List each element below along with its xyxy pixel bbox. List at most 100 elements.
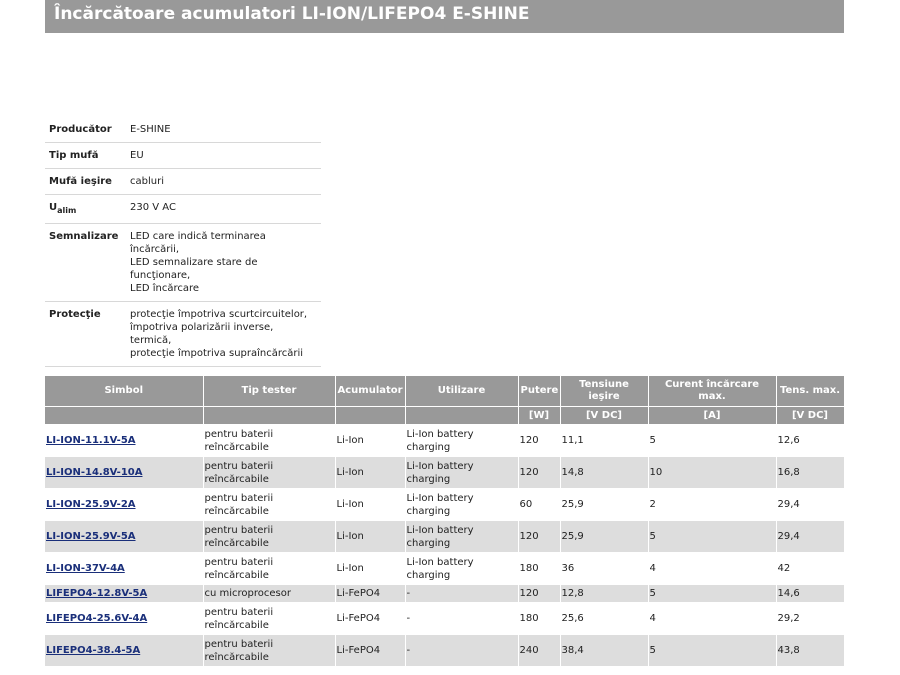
product-link[interactable]: LIFEPO4-12.8V-5A (46, 588, 147, 599)
spec-key-main: U (49, 202, 58, 213)
cell-acumulator: Li-Ion (335, 456, 406, 489)
spec-row: Producător E-SHINE (45, 117, 321, 143)
cell-acumulator: Li-Ion (335, 520, 406, 553)
column-header: Tensiune ieşire (560, 376, 649, 407)
spec-line: LED încărcare (130, 283, 200, 294)
cell-curent: 5 (648, 424, 777, 457)
product-link[interactable]: LI-ION-25.9V-2A (46, 499, 136, 510)
cell-putere: 180 (518, 552, 561, 585)
spec-line: protecţie împotriva scurtcircuitelor, (130, 309, 308, 320)
cell-putere: 120 (518, 584, 561, 603)
cell-tensiune: 25,6 (560, 602, 649, 635)
cell-utilizare: - (405, 634, 519, 667)
spec-key: Producător (45, 117, 126, 143)
cell-putere: 180 (518, 602, 561, 635)
cell-utilizare: Li-Ion battery charging (405, 520, 519, 553)
cell-acumulator: Li-FePO4 (335, 602, 406, 635)
cell-utilizare: Li-Ion battery charging (405, 424, 519, 457)
cell-tens-max: 14,6 (776, 584, 845, 603)
cell-curent: 2 (648, 488, 777, 521)
cell-simbol: LIFEPO4-38.4-5A (45, 634, 204, 667)
unit-header: [V DC] (776, 406, 845, 425)
cell-tensiune: 25,9 (560, 520, 649, 553)
cell-curent: 4 (648, 552, 777, 585)
product-link[interactable]: LI-ION-11.1V-5A (46, 435, 136, 446)
product-link[interactable]: LI-ION-37V-4A (46, 563, 125, 574)
header-row: Simbol Tip tester Acumulator Utilizare P… (45, 376, 845, 407)
spec-value: cabluri (126, 168, 321, 195)
spec-row: Mufă ieşire cabluri (45, 168, 321, 195)
column-header: Acumulator (335, 376, 406, 407)
cell-tip: pentru baterii reîncărcabile (203, 424, 336, 457)
cell-putere: 60 (518, 488, 561, 521)
cell-curent: 10 (648, 456, 777, 489)
cell-utilizare: - (405, 584, 519, 603)
cell-putere: 240 (518, 634, 561, 667)
cell-utilizare: Li-Ion battery charging (405, 488, 519, 521)
table-row: LIFEPO4-38.4-5A pentru baterii reîncărca… (45, 634, 845, 667)
cell-curent: 4 (648, 602, 777, 635)
spec-value: protecţie împotriva scurtcircuitelor, îm… (126, 301, 321, 367)
unit-header: [V DC] (560, 406, 649, 425)
cell-acumulator: Li-FePO4 (335, 634, 406, 667)
table-row: LI-ION-11.1V-5A pentru baterii reîncărca… (45, 424, 845, 457)
column-header: Tip tester (203, 376, 336, 407)
product-link[interactable]: LI-ION-14.8V-10A (46, 467, 142, 478)
cell-simbol: LIFEPO4-25.6V-4A (45, 602, 204, 635)
cell-utilizare: - (405, 602, 519, 635)
specs-table: Producător E-SHINE Tip mufă EU Mufă ieşi… (45, 117, 321, 367)
cell-tensiune: 11,1 (560, 424, 649, 457)
table-row: LI-ION-25.9V-2A pentru baterii reîncărca… (45, 488, 845, 521)
table-row: LI-ION-37V-4A pentru baterii reîncărcabi… (45, 552, 845, 585)
cell-simbol: LI-ION-11.1V-5A (45, 424, 204, 457)
column-header: Putere (518, 376, 561, 407)
cell-simbol: LI-ION-25.9V-2A (45, 488, 204, 521)
cell-acumulator: Li-FePO4 (335, 584, 406, 603)
cell-tip: pentru baterii reîncărcabile (203, 520, 336, 553)
spec-key: Mufă ieşire (45, 168, 126, 195)
column-header: Curent încărcare max. (648, 376, 777, 407)
cell-curent: 5 (648, 634, 777, 667)
spec-line: împotriva polarizării inverse, (130, 322, 274, 333)
cell-acumulator: Li-Ion (335, 424, 406, 457)
product-link[interactable]: LIFEPO4-25.6V-4A (46, 613, 147, 624)
cell-simbol: LI-ION-14.8V-10A (45, 456, 204, 489)
cell-tensiune: 14,8 (560, 456, 649, 489)
cell-tens-max: 29,4 (776, 520, 845, 553)
product-link[interactable]: LIFEPO4-38.4-5A (46, 645, 140, 656)
unit-header: [A] (648, 406, 777, 425)
column-header: Utilizare (405, 376, 519, 407)
table-row: LIFEPO4-12.8V-5A cu microprocesor Li-FeP… (45, 584, 845, 603)
products-table: Simbol Tip tester Acumulator Utilizare P… (45, 376, 845, 667)
cell-curent: 5 (648, 520, 777, 553)
spec-key: Tip mufă (45, 142, 126, 169)
unit-header (405, 406, 519, 425)
cell-tip: pentru baterii reîncărcabile (203, 488, 336, 521)
cell-tensiune: 38,4 (560, 634, 649, 667)
spec-key: Protecţie (45, 301, 126, 367)
table-row: LI-ION-25.9V-5A pentru baterii reîncărca… (45, 520, 845, 553)
spec-row: Ualim 230 V AC (45, 194, 321, 224)
unit-header (203, 406, 336, 425)
cell-tens-max: 16,8 (776, 456, 845, 489)
cell-utilizare: Li-Ion battery charging (405, 552, 519, 585)
spec-row: Protecţie protecţie împotriva scurtcircu… (45, 301, 321, 367)
spec-line: termică, (130, 335, 172, 346)
spec-line: LED care indică terminarea încărcării, (130, 231, 266, 255)
unit-row: [W] [V DC] [A] [V DC] (45, 406, 845, 425)
column-header: Simbol (45, 376, 204, 407)
cell-simbol: LIFEPO4-12.8V-5A (45, 584, 204, 603)
spec-key: Ualim (45, 194, 126, 224)
column-header: Tens. max. (776, 376, 845, 407)
cell-tensiune: 12,8 (560, 584, 649, 603)
page-title: Încărcătoare acumulatori LI-ION/LIFEPO4 … (54, 4, 530, 24)
spec-value: E-SHINE (126, 117, 321, 143)
spec-row: Semnalizare LED care indică terminarea î… (45, 223, 321, 302)
cell-tip: pentru baterii reîncărcabile (203, 602, 336, 635)
product-link[interactable]: LI-ION-25.9V-5A (46, 531, 136, 542)
cell-simbol: LI-ION-25.9V-5A (45, 520, 204, 553)
spec-key-sub: alim (57, 206, 77, 215)
title-bar: Încărcătoare acumulatori LI-ION/LIFEPO4 … (45, 0, 844, 33)
cell-tens-max: 12,6 (776, 424, 845, 457)
cell-putere: 120 (518, 424, 561, 457)
